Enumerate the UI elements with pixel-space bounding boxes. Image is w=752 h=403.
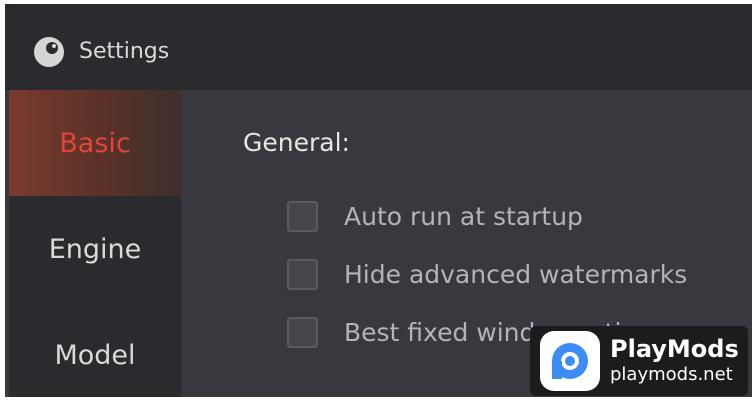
auto-run-checkbox[interactable] [287,200,318,232]
sidebar-item-model[interactable]: Model [9,302,181,397]
best-ratio-checkbox[interactable] [287,316,318,348]
sidebar-item-basic[interactable]: Basic [9,90,181,196]
playmods-logo-icon [540,331,600,391]
sidebar-item-engine[interactable]: Engine [9,196,181,302]
app-logo-icon [34,37,64,67]
watermark-url: playmods.net [610,364,733,385]
section-heading-general: General: [243,128,350,157]
option-auto-run: Auto run at startup [287,198,583,234]
playmods-watermark: PlayMods playmods.net [530,326,748,396]
sidebar: Basic Engine Model [9,90,181,397]
window-title: Settings [79,39,170,64]
option-label: Hide advanced watermarks [344,259,688,289]
title-bar: Settings [5,4,752,90]
watermark-text: PlayMods playmods.net [610,335,739,387]
watermark-name: PlayMods [610,335,739,363]
hide-watermarks-checkbox[interactable] [287,258,318,290]
option-hide-watermarks: Hide advanced watermarks [287,256,687,292]
option-label: Auto run at startup [344,201,583,231]
